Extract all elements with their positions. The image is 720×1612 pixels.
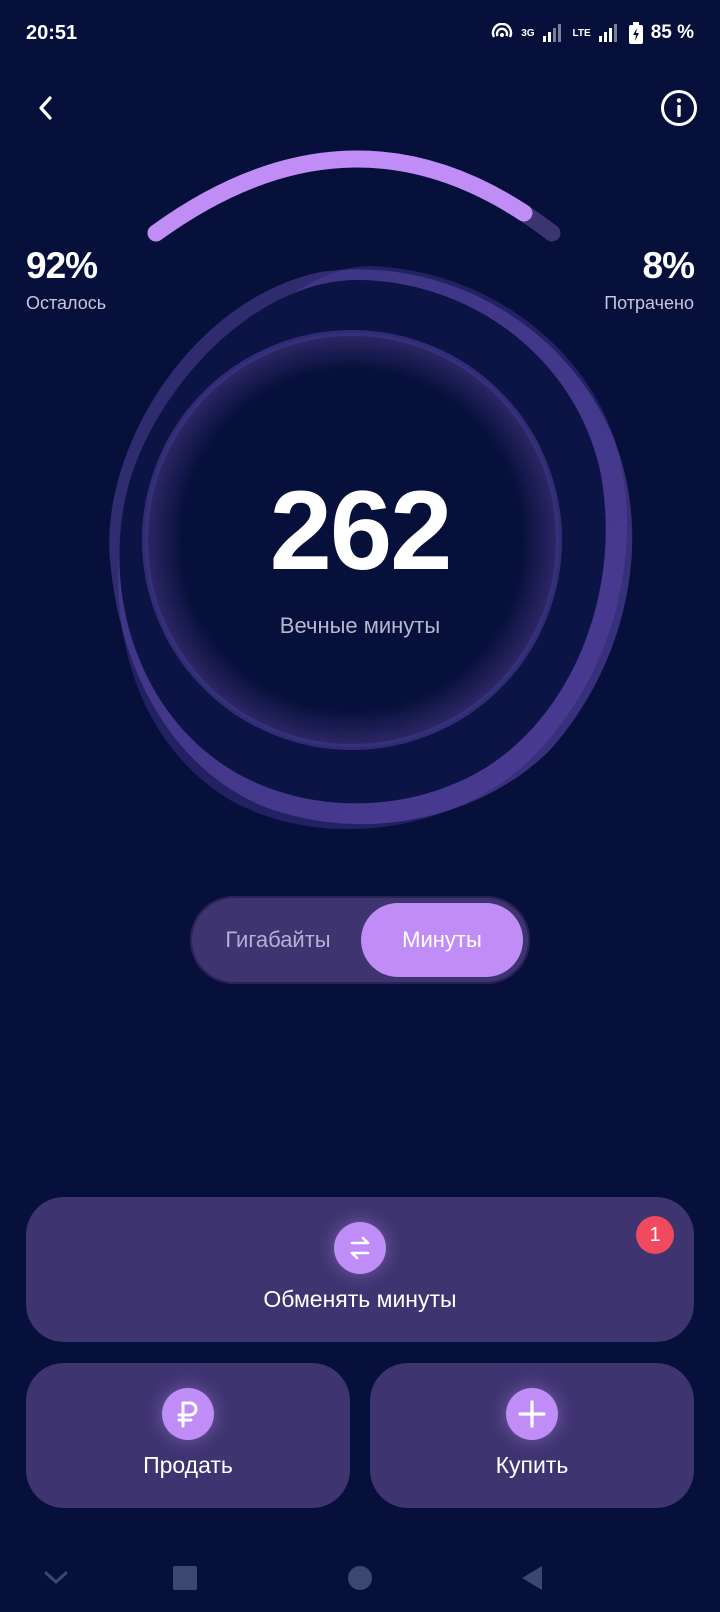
- info-button[interactable]: [660, 89, 698, 127]
- sell-button[interactable]: Продать: [26, 1363, 350, 1508]
- balance-value: 262: [269, 468, 453, 593]
- network-lte-label: LTE: [572, 27, 591, 39]
- usage-gauge: [147, 150, 561, 242]
- notification-badge: 1: [636, 1216, 674, 1254]
- triangle-back-icon: [522, 1566, 542, 1590]
- battery-level: 85 %: [650, 22, 694, 43]
- network-3g-label: 3G: [521, 27, 535, 39]
- plus-icon: [506, 1388, 558, 1440]
- exchange-minutes-label: Обменять минуты: [263, 1286, 457, 1312]
- swap-arrows-icon: [334, 1222, 386, 1274]
- signal-icon: [542, 24, 561, 42]
- status-icons: 3G LTE 85 %: [491, 22, 694, 44]
- toggle-minutes[interactable]: Минуты: [361, 903, 523, 977]
- nav-back-button[interactable]: [512, 1558, 552, 1598]
- system-nav-bar: [0, 1540, 720, 1612]
- circle-icon: [348, 1566, 372, 1590]
- unit-toggle: Гигабайты Минуты: [190, 896, 530, 984]
- info-icon: [661, 90, 697, 126]
- balance-label: Вечные минуты: [279, 613, 441, 638]
- status-time: 20:51: [26, 22, 78, 44]
- back-button[interactable]: [28, 88, 64, 128]
- nav-home-button[interactable]: [340, 1558, 380, 1598]
- battery-charging-icon: [628, 22, 643, 44]
- signal-icon-2: [598, 24, 617, 42]
- hotspot-icon: [492, 23, 513, 38]
- chevron-down-icon: [44, 1571, 68, 1584]
- ruble-icon: [162, 1388, 214, 1440]
- nav-collapse-button[interactable]: [36, 1558, 76, 1598]
- status-bar: 20:51 3G LTE 85 %: [0, 0, 720, 72]
- gauge-fill: [147, 150, 561, 242]
- buy-label: Купить: [495, 1452, 569, 1478]
- buy-button[interactable]: Купить: [370, 1363, 694, 1508]
- nav-recents-button[interactable]: [165, 1558, 205, 1598]
- toggle-gigabytes[interactable]: Гигабайты: [198, 903, 358, 977]
- exchange-minutes-button[interactable]: 1 Обменять минуты: [26, 1197, 694, 1342]
- square-icon: [173, 1566, 197, 1590]
- sell-label: Продать: [143, 1452, 233, 1478]
- chevron-left-icon: [39, 96, 52, 120]
